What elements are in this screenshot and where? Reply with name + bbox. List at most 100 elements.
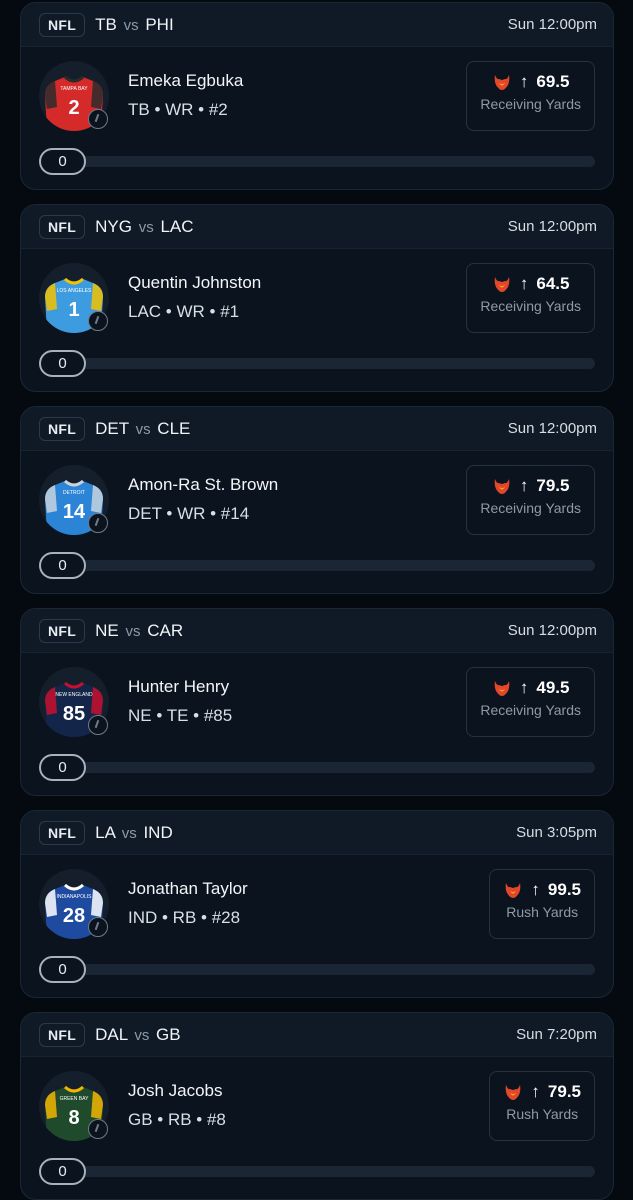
- pick-body: TAMPA BAY 2 Emeka Egbuka TB • WR • #2 ↑ …: [21, 47, 613, 147]
- team-b: PHI: [145, 14, 174, 34]
- pick-card[interactable]: NFL NE vs CAR Sun 12:00pm NEW ENGLAND 85: [20, 608, 614, 796]
- league-badge: NFL: [39, 618, 86, 643]
- svg-text:DETROIT: DETROIT: [63, 490, 85, 496]
- pick-body: GREEN BAY 8 Josh Jacobs GB • RB • #8 ↑ 7…: [21, 1057, 613, 1157]
- progress-value: 0: [39, 552, 86, 579]
- demon-icon: [494, 681, 510, 696]
- projection-box[interactable]: ↑ 64.5 Receiving Yards: [466, 263, 595, 333]
- stat-label: Receiving Yards: [480, 298, 581, 314]
- game-time: Sun 12:00pm: [507, 16, 597, 33]
- progress-value: 0: [39, 1158, 86, 1185]
- progress-track: [69, 358, 595, 369]
- progress-value: 0: [39, 350, 86, 377]
- player-meta: LAC • WR • #1: [128, 302, 240, 321]
- svg-text:GREEN BAY: GREEN BAY: [60, 1096, 89, 1102]
- player-name[interactable]: Hunter Henry: [128, 677, 229, 697]
- game-time: Sun 3:05pm: [516, 824, 597, 841]
- vs-label: vs: [138, 218, 154, 236]
- arrow-up-icon: ↑: [531, 1082, 540, 1101]
- game-header: NFL TB vs PHI Sun 12:00pm: [21, 3, 613, 47]
- player-meta: GB • RB • #8: [128, 1110, 226, 1129]
- progress-row: 0: [39, 753, 595, 783]
- demon-icon: [506, 1085, 521, 1100]
- matchup: TB vs PHI: [95, 15, 174, 35]
- pick-body: DETROIT 14 Amon-Ra St. Brown DET • WR • …: [21, 451, 613, 551]
- game-header: NFL NYG vs LAC Sun 12:00pm: [21, 205, 613, 249]
- projection-box[interactable]: ↑ 69.5 Receiving Yards: [466, 61, 595, 131]
- line-value: 79.5: [536, 476, 570, 495]
- projection-box[interactable]: ↑ 49.5 Receiving Yards: [466, 667, 595, 737]
- player-name[interactable]: Jonathan Taylor: [128, 879, 248, 899]
- game-time: Sun 7:20pm: [516, 1026, 597, 1043]
- projection-box[interactable]: ↑ 79.5 Rush Yards: [489, 1071, 595, 1141]
- progress-track: [69, 156, 595, 167]
- jersey-number: 1: [68, 299, 79, 321]
- player-meta: IND • RB • #28: [128, 908, 241, 927]
- league-badge: NFL: [39, 1022, 86, 1047]
- stat-label: Receiving Yards: [480, 702, 581, 718]
- league-badge: NFL: [39, 416, 86, 441]
- clock-icon: [88, 715, 108, 735]
- projection-box[interactable]: ↑ 79.5 Receiving Yards: [466, 465, 595, 535]
- line-value: 49.5: [536, 678, 570, 697]
- pick-card[interactable]: NFL DET vs CLE Sun 12:00pm DETROIT 14 Am…: [20, 406, 614, 594]
- pick-body: NEW ENGLAND 85 Hunter Henry NE • TE • #8…: [21, 653, 613, 753]
- pick-card[interactable]: NFL NYG vs LAC Sun 12:00pm LOS ANGELES 1: [20, 204, 614, 392]
- team-b: CAR: [147, 620, 184, 640]
- team-b: LAC: [160, 216, 194, 236]
- pick-body: INDIANAPOLIS 28 Jonathan Taylor IND • RB…: [21, 855, 613, 955]
- arrow-up-icon: ↑: [519, 476, 529, 495]
- progress-value: 0: [39, 754, 86, 781]
- game-header: NFL LA vs IND Sun 3:05pm: [21, 811, 613, 855]
- pick-card[interactable]: NFL LA vs IND Sun 3:05pm INDIANAPOLIS 28: [20, 810, 614, 998]
- stat-label: Receiving Yards: [480, 500, 581, 516]
- demon-icon: [494, 277, 510, 292]
- stat-label: Receiving Yards: [480, 96, 581, 112]
- matchup: DET vs CLE: [95, 419, 190, 439]
- player-name[interactable]: Quentin Johnston: [128, 273, 261, 293]
- game-time: Sun 12:00pm: [507, 218, 597, 235]
- pick-card[interactable]: NFL TB vs PHI Sun 12:00pm TAMPA BAY 2 Em…: [20, 2, 614, 190]
- player-name[interactable]: Emeka Egbuka: [128, 71, 243, 91]
- jersey-number: 28: [63, 905, 85, 927]
- demon-icon: [494, 479, 510, 494]
- line-value: 99.5: [547, 880, 581, 899]
- jersey-number: 14: [63, 501, 86, 523]
- league-badge: NFL: [39, 12, 86, 37]
- league-badge: NFL: [39, 820, 86, 845]
- pick-card[interactable]: NFL DAL vs GB Sun 7:20pm GREEN BAY 8 Jos…: [20, 1012, 614, 1200]
- game-header: NFL DET vs CLE Sun 12:00pm: [21, 407, 613, 451]
- progress-row: 0: [39, 349, 595, 379]
- svg-text:INDIANAPOLIS: INDIANAPOLIS: [56, 894, 92, 900]
- jersey-number: 2: [68, 97, 79, 119]
- progress-track: [69, 560, 595, 571]
- projection-box[interactable]: ↑ 99.5 Rush Yards: [489, 869, 595, 939]
- vs-label: vs: [134, 1026, 150, 1044]
- team-b: IND: [143, 822, 173, 842]
- clock-icon: [88, 917, 108, 937]
- stat-label: Rush Yards: [506, 904, 579, 920]
- team-a: DAL: [95, 1024, 128, 1044]
- team-b: GB: [156, 1024, 181, 1044]
- progress-track: [69, 964, 595, 975]
- clock-icon: [88, 311, 108, 331]
- arrow-up-icon: ↑: [531, 880, 540, 899]
- svg-text:NEW ENGLAND: NEW ENGLAND: [55, 692, 93, 698]
- vs-label: vs: [125, 622, 141, 640]
- clock-icon: [88, 109, 108, 129]
- progress-row: 0: [39, 551, 595, 581]
- progress-value: 0: [39, 956, 86, 983]
- line-value: 64.5: [536, 274, 570, 293]
- clock-icon: [88, 513, 108, 533]
- line-value: 69.5: [536, 72, 570, 91]
- matchup: DAL vs GB: [95, 1025, 180, 1045]
- player-name[interactable]: Amon-Ra St. Brown: [128, 475, 278, 495]
- arrow-up-icon: ↑: [519, 274, 529, 293]
- game-time: Sun 12:00pm: [507, 420, 597, 437]
- team-a: NYG: [95, 216, 132, 236]
- player-meta: NE • TE • #85: [128, 706, 233, 725]
- team-a: DET: [95, 418, 129, 438]
- vs-label: vs: [135, 420, 151, 438]
- team-a: TB: [95, 14, 117, 34]
- player-name[interactable]: Josh Jacobs: [128, 1081, 223, 1101]
